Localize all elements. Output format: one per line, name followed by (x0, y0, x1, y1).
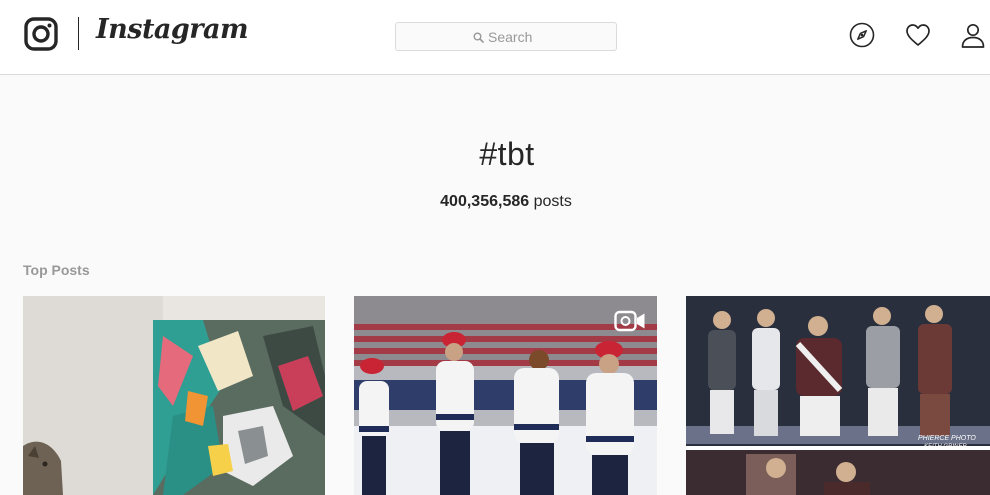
instagram-wordmark[interactable]: Instagram (96, 14, 249, 45)
heart-icon[interactable] (904, 21, 932, 49)
logo-divider (78, 17, 79, 50)
post-thumbnail-hockey[interactable] (354, 296, 657, 495)
instagram-logo-icon[interactable] (24, 17, 58, 51)
post-image (23, 296, 325, 495)
hashtag-title: #tbt (479, 136, 535, 172)
search-box[interactable] (395, 22, 617, 51)
post-count: 400,356,586 posts (0, 193, 990, 211)
post-thumbnail-concert[interactable]: PHIERCE PHOTO KEITH GRINER (686, 296, 990, 495)
search-icon (473, 32, 484, 43)
photo-credit: PHIERCE PHOTO (918, 435, 976, 442)
post-image (354, 296, 657, 495)
profile-icon[interactable] (959, 21, 987, 49)
explore-compass-icon[interactable] (848, 21, 876, 49)
post-thumbnail-painting[interactable] (23, 296, 325, 495)
search-input[interactable] (488, 26, 608, 47)
top-posts-heading: Top Posts (23, 262, 90, 278)
top-navigation-bar: Instagram (0, 0, 990, 75)
post-count-label: posts (533, 193, 572, 210)
video-icon (614, 310, 645, 332)
post-count-number: 400,356,586 (440, 193, 530, 210)
post-image: PHIERCE PHOTO KEITH GRINER (686, 296, 990, 495)
photo-credit-2: KEITH GRINER (924, 444, 967, 450)
